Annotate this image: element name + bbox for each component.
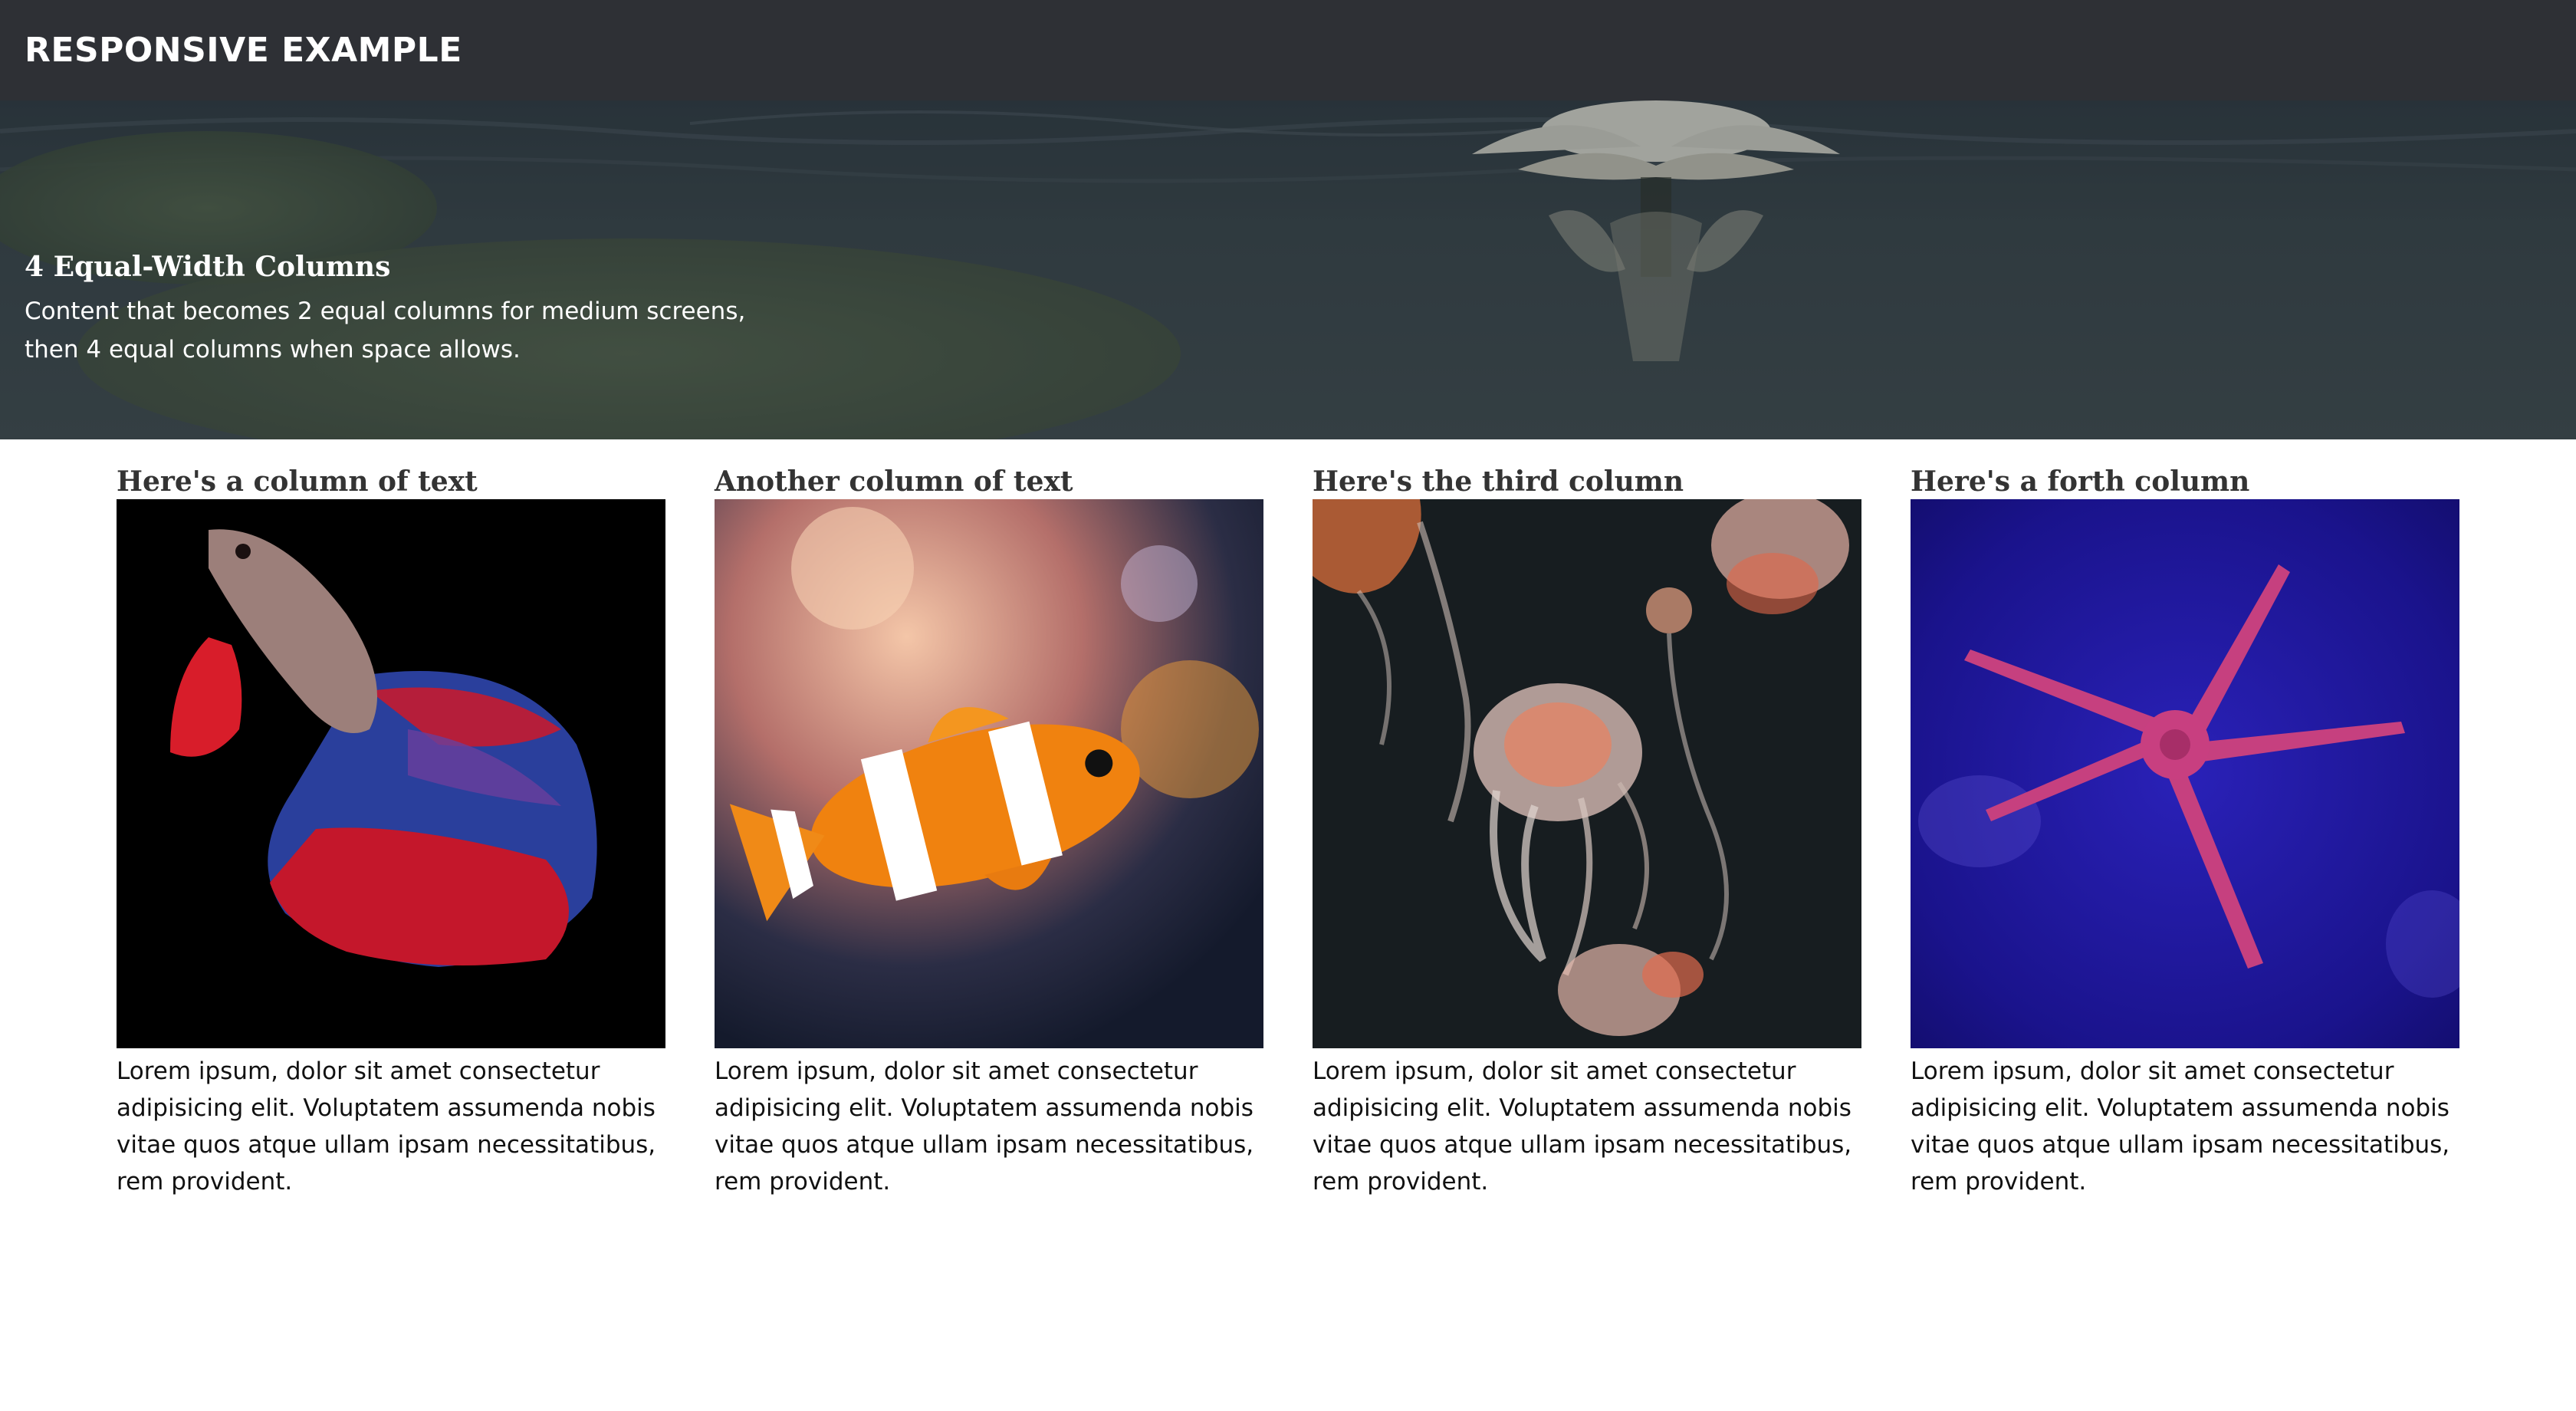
column-text: Lorem ipsum, dolor sit amet consectetur … — [1911, 1057, 2450, 1196]
column-text: Lorem ipsum, dolor sit amet consectetur … — [1313, 1057, 1852, 1196]
column-title: Here's the third column — [1313, 465, 1684, 498]
column-title: Another column of text — [715, 465, 1073, 498]
hero-description: Content that becomes 2 equal columns for… — [25, 298, 746, 363]
column-text: Lorem ipsum, dolor sit amet consectetur … — [715, 1057, 1254, 1196]
column-4: Here's a forth column Lorem ipsum, dolor… — [1911, 439, 2459, 1200]
brand-title[interactable]: RESPONSIVE EXAMPLE — [25, 31, 462, 70]
column-text: Lorem ipsum, dolor sit amet consectetur … — [117, 1057, 656, 1196]
hero-banner: 4 Equal-Width Columns Content that becom… — [0, 100, 2576, 439]
column-title: Here's a column of text — [117, 465, 478, 498]
clownfish-image — [715, 499, 1263, 1048]
top-navbar: RESPONSIVE EXAMPLE — [0, 0, 2576, 100]
column-2: Another column of text Lorem ipsum, dolo… — [715, 439, 1263, 1200]
hero-title: 4 Equal-Width Columns — [25, 251, 391, 283]
columns-grid: Here's a column of text Lorem ipsum, dol… — [117, 439, 2459, 1200]
column-title: Here's a forth column — [1911, 465, 2250, 498]
column-3: Here's the third column Lorem ipsum, dol… — [1313, 439, 1861, 1200]
betta-fish-image — [117, 499, 665, 1048]
column-1: Here's a column of text Lorem ipsum, dol… — [117, 439, 665, 1200]
jellyfish-image — [1313, 499, 1861, 1048]
starfish-image — [1911, 499, 2459, 1048]
